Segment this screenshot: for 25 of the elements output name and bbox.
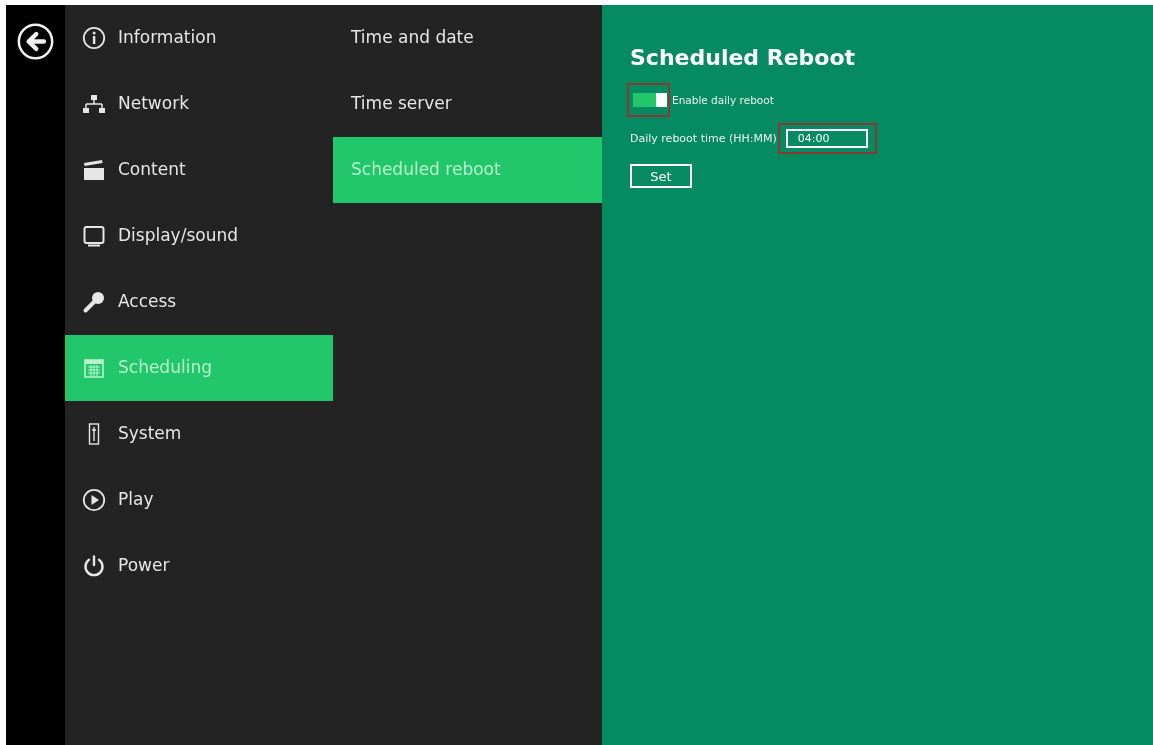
- sidebar-item[interactable]: Information: [65, 5, 333, 71]
- submenu-item[interactable]: Time and date: [333, 5, 602, 71]
- toggle-switch[interactable]: [633, 93, 667, 108]
- toggle-label: Enable daily reboot: [672, 92, 774, 108]
- info-icon: [82, 26, 106, 50]
- sidebar-item[interactable]: Play: [65, 467, 333, 533]
- power-icon: [82, 554, 106, 578]
- time-input[interactable]: 04:00: [785, 129, 868, 149]
- field-label: Daily reboot time (HH:MM): [630, 130, 777, 147]
- back-icon[interactable]: [17, 23, 54, 60]
- sidebar-item[interactable]: Access: [65, 269, 333, 335]
- clapperboard-icon: [82, 158, 106, 182]
- sidebar-item[interactable]: Display/sound: [65, 203, 333, 269]
- sidebar-item[interactable]: Network: [65, 71, 333, 137]
- monitor-icon: [82, 224, 106, 248]
- sidebar-item[interactable]: Content: [65, 137, 333, 203]
- sidebar-item[interactable]: System: [65, 401, 333, 467]
- sidebar-item[interactable]: Power: [65, 533, 333, 599]
- play-icon: [82, 488, 106, 512]
- set-button[interactable]: Set: [630, 164, 692, 189]
- key-icon: [82, 290, 106, 314]
- calendar-icon: [82, 356, 106, 380]
- panel-title: Scheduled Reboot: [630, 45, 857, 72]
- network-icon: [82, 92, 106, 116]
- submenu-item[interactable]: Time server: [333, 71, 602, 137]
